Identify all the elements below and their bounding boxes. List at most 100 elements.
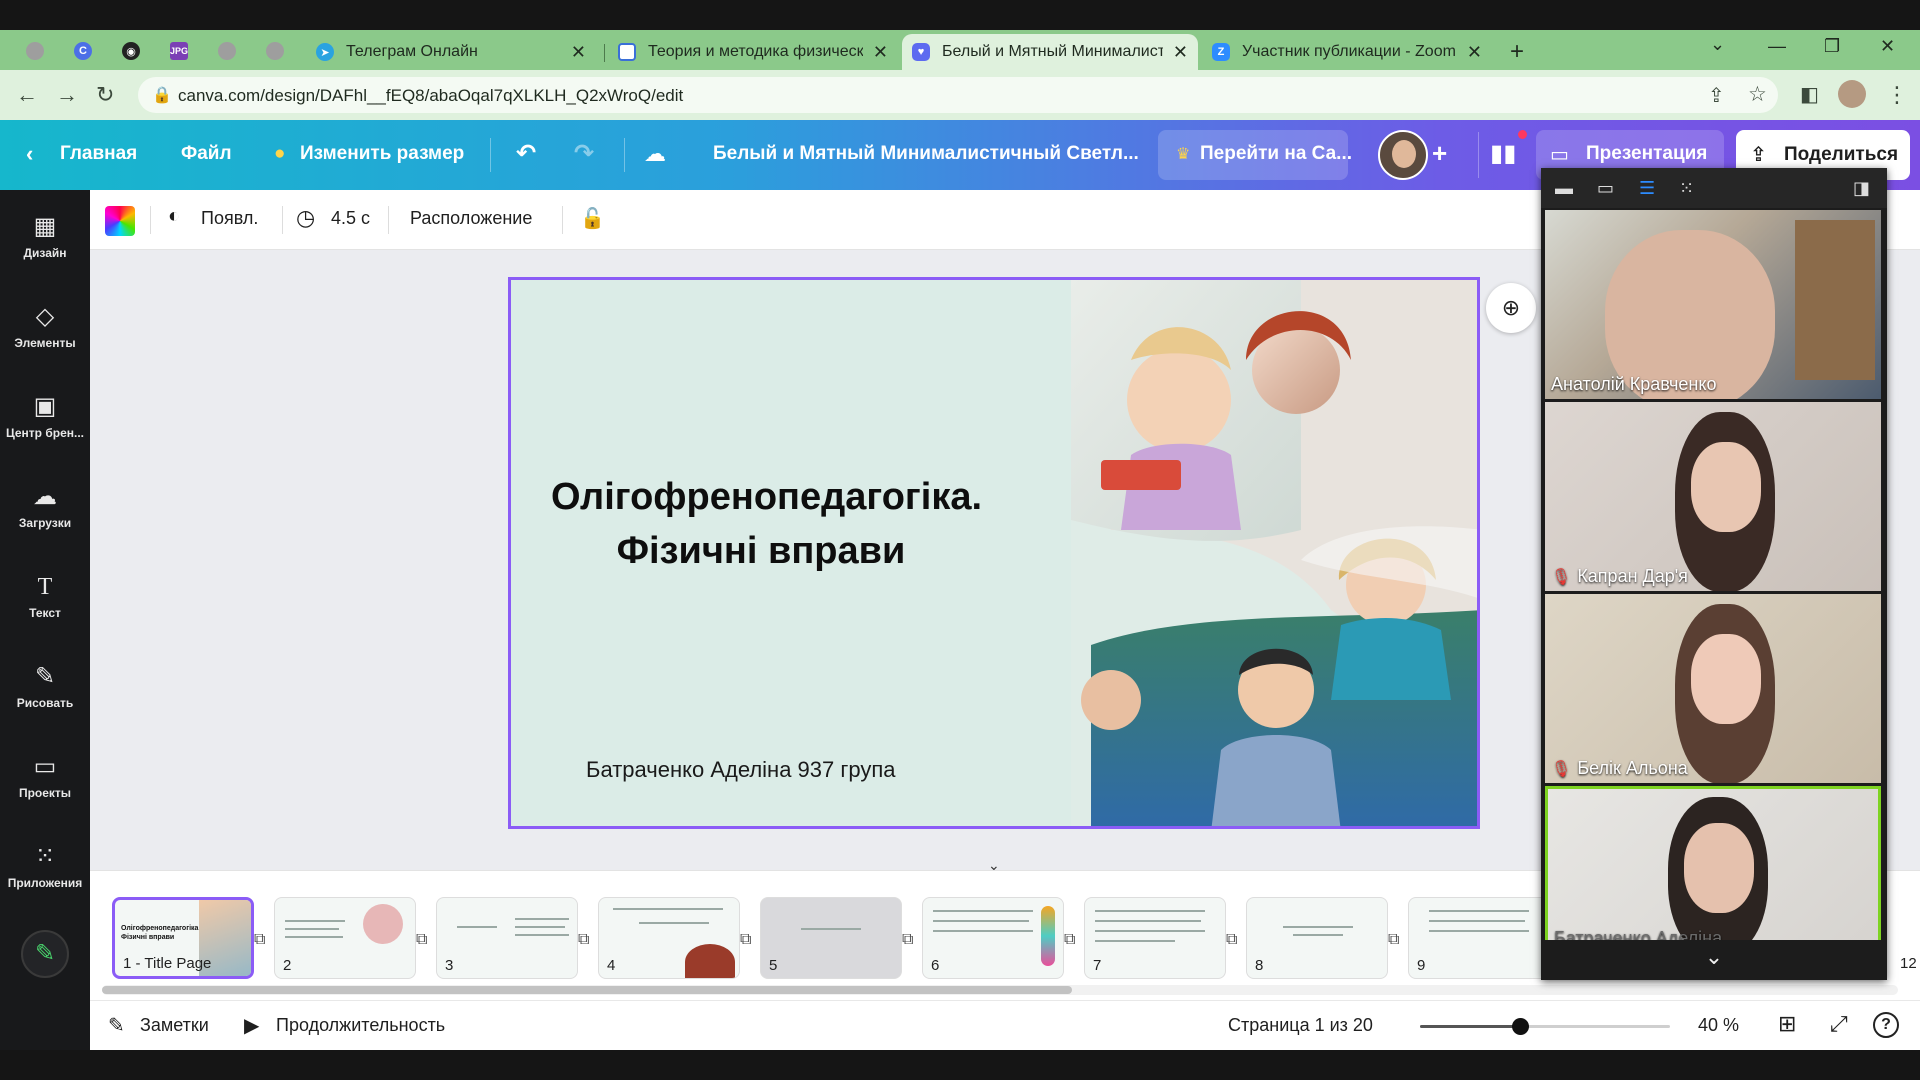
tab-zoom[interactable]: Z Участник публикации - Zoom ✕ (1202, 34, 1492, 70)
file-menu-button[interactable]: Файл (181, 143, 232, 165)
filmstrip-scrollbar[interactable] (102, 985, 1898, 995)
photo-collage[interactable] (1071, 280, 1480, 829)
sidebar-item-projects[interactable]: ▭ Проекты (0, 740, 90, 820)
add-comment-button[interactable]: ⊕ (1486, 283, 1536, 333)
tab-close-icon[interactable]: ✕ (571, 42, 586, 63)
home-button[interactable]: Главная (60, 143, 137, 165)
tab-telegram[interactable]: ➤ Телеграм Онлайн ✕ (306, 34, 596, 70)
page-thumbnail-3[interactable]: 3 (436, 897, 578, 979)
minimize-icon[interactable]: — (1768, 36, 1786, 57)
gallery-view-icon[interactable]: ⁙ (1679, 178, 1694, 199)
profile-avatar[interactable] (1838, 80, 1866, 108)
back-chevron-icon[interactable]: ‹ (26, 141, 33, 167)
forward-arrow-icon[interactable]: → (56, 82, 78, 108)
transition-icon[interactable]: ⧉ (1064, 931, 1075, 949)
notes-button[interactable]: Заметки (140, 1015, 209, 1036)
pinned-tab-5[interactable] (208, 36, 246, 66)
slide-title[interactable]: Олігофренопедагогіка. Фізичні вправи (551, 470, 982, 578)
page-thumbnail-7[interactable]: 7 (1084, 897, 1226, 979)
sidebar-item-text[interactable]: T Текст (0, 560, 90, 640)
strip-view-icon[interactable]: ☰ (1639, 178, 1655, 199)
page-thumbnail-8[interactable]: 8 (1246, 897, 1388, 979)
zoom-slider[interactable] (1420, 1018, 1670, 1035)
exit-panel-icon[interactable]: ◨ (1853, 178, 1870, 199)
thumb-text-line (515, 934, 569, 936)
document-title[interactable]: Белый и Мятный Минималистичный Светл... (713, 143, 1139, 165)
add-collaborator-icon[interactable]: + (1432, 138, 1447, 169)
text-icon: T (37, 574, 53, 600)
bookmark-star-icon[interactable]: ☆ (1748, 82, 1767, 107)
grid-view-icon[interactable]: ⊞ (1778, 1011, 1796, 1037)
help-icon[interactable]: ? (1873, 1012, 1899, 1038)
slide[interactable]: Олігофренопедагогіка. Фізичні вправи Бат… (508, 277, 1480, 829)
transition-icon[interactable]: ⧉ (416, 931, 427, 949)
transition-icon[interactable]: ⧉ (902, 931, 913, 949)
tab-search-icon[interactable]: ⌄ (1710, 34, 1725, 55)
page-thumbnail-5[interactable]: 5 (760, 897, 902, 979)
pinned-tab-1[interactable] (16, 36, 54, 66)
slide-title-line2: Фізичні вправи (616, 530, 906, 572)
tab-close-icon[interactable]: ✕ (873, 42, 888, 63)
magic-pen-button[interactable]: ✎ (21, 930, 69, 978)
video-tile-participant-1[interactable]: Анатолій Кравченко (1545, 210, 1881, 399)
minimize-panel-icon[interactable]: ▬ (1555, 178, 1573, 199)
page-thumbnail-2[interactable]: 2 (274, 897, 416, 979)
transition-icon[interactable]: ⧉ (578, 931, 589, 949)
omnibox[interactable]: 🔒 canva.com/design/DAFhl__fEQ8/abaOqal7q… (138, 77, 1778, 113)
pinned-tab-6[interactable] (256, 36, 294, 66)
position-button[interactable]: Расположение (410, 208, 532, 229)
page-thumbnail-9[interactable]: 9 (1408, 897, 1550, 979)
insights-chart-icon[interactable]: ▮▮ (1490, 139, 1516, 168)
sidebar-item-apps[interactable]: ⁙ Приложения (0, 830, 90, 910)
duration-button[interactable]: Продолжительность (276, 1015, 445, 1036)
animate-button[interactable]: Появл. (201, 208, 258, 229)
page-thumbnail-4[interactable]: 4 (598, 897, 740, 979)
transition-icon[interactable]: ⧉ (1226, 931, 1237, 949)
side-panel-icon[interactable]: ◧ (1800, 82, 1819, 107)
reload-icon[interactable]: ↻ (96, 82, 114, 108)
redo-icon[interactable]: ↷ (574, 139, 594, 168)
sidebar-item-elements[interactable]: ◇ Элементы (0, 290, 90, 370)
video-tile-participant-3[interactable]: 🎙 Белік Альона (1545, 594, 1881, 783)
tab-canva[interactable]: ♥ Белый и Мятный Минималисти ✕ (902, 34, 1198, 70)
sidebar-item-draw[interactable]: ✎ Рисовать (0, 650, 90, 730)
collaborator-avatar[interactable] (1378, 130, 1428, 180)
tab-close-icon[interactable]: ✕ (1467, 42, 1482, 63)
tab-theory[interactable]: Теория и методика физическог ✕ (608, 34, 898, 70)
sidebar-item-uploads[interactable]: ☁ Загрузки (0, 470, 90, 550)
zoom-slider-thumb[interactable] (1512, 1018, 1529, 1035)
restore-icon[interactable]: ❐ (1824, 36, 1840, 57)
new-tab-button[interactable]: + (1500, 34, 1540, 70)
transition-icon[interactable]: ⧉ (1388, 931, 1399, 949)
slide-author[interactable]: Батраченко Аделіна 937 група (586, 757, 896, 783)
page-thumbnail-6[interactable]: 6 (922, 897, 1064, 979)
expand-panel-chevron-icon[interactable]: ⌄ (1541, 940, 1887, 980)
zoom-percent[interactable]: 40 % (1698, 1015, 1739, 1036)
share-page-icon[interactable]: ⇪ (1708, 83, 1725, 108)
upgrade-pill[interactable]: ♛ Перейти на Са... (1158, 130, 1352, 180)
pinned-tab-3[interactable]: ◉ (112, 36, 150, 66)
transition-icon[interactable]: ⧉ (254, 931, 265, 949)
pinned-tab-4[interactable]: JPG (160, 36, 198, 66)
page-thumbnail-1[interactable]: Олігофренопедагогіка. Фізичні вправи 1 -… (112, 897, 254, 979)
video-tile-participant-2[interactable]: 🎙 Капран Дар'я (1545, 402, 1881, 591)
undo-icon[interactable]: ↶ (516, 139, 536, 168)
transition-icon[interactable]: ⧉ (740, 931, 751, 949)
window-close-icon[interactable]: ✕ (1880, 36, 1895, 57)
video-tile-participant-4[interactable]: Батраченко Аделіна (1545, 786, 1881, 956)
unlock-icon[interactable]: 🔓 (580, 206, 605, 231)
duration-button[interactable]: 4.5 с (331, 208, 370, 229)
sidebar-item-brand[interactable]: ▣ Центр брен... (0, 380, 90, 460)
tab-close-icon[interactable]: ✕ (1173, 42, 1188, 63)
browser-menu-icon[interactable]: ⋮ (1886, 82, 1908, 108)
back-arrow-icon[interactable]: ← (16, 82, 38, 108)
page-number-12[interactable]: 12 (1900, 955, 1917, 972)
fullscreen-icon[interactable]: ⤢ (1830, 1011, 1848, 1037)
speaker-view-icon[interactable]: ▭ (1597, 178, 1614, 199)
filmstrip-scroll-thumb[interactable] (102, 986, 1072, 994)
page-indicator[interactable]: Страница 1 из 20 (1228, 1015, 1373, 1036)
resize-button[interactable]: Изменить размер (300, 143, 464, 165)
sidebar-item-design[interactable]: ▦ Дизайн (0, 200, 90, 280)
color-picker-icon[interactable] (105, 206, 135, 236)
pinned-tab-2[interactable]: C (64, 36, 102, 66)
